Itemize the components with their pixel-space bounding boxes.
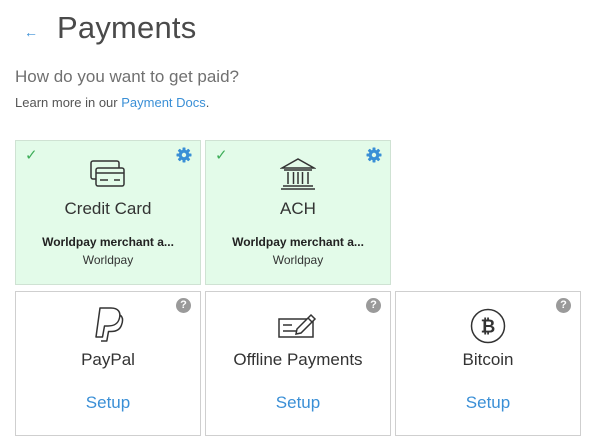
provider-name: Worldpay — [82, 253, 134, 267]
learn-more-text: Learn more in our Payment Docs. — [15, 95, 209, 110]
gear-icon[interactable] — [366, 147, 382, 163]
merchant-name: Worldpay merchant a... — [42, 235, 174, 249]
setup-button[interactable]: Setup — [16, 393, 200, 413]
payment-method-ach[interactable]: ✓ ACH Worldpay merchant a... Worldpay — [205, 140, 391, 285]
payment-method-bitcoin[interactable]: ? ₿ Bitcoin Setup — [395, 291, 581, 436]
payment-docs-link[interactable]: Payment Docs — [121, 95, 206, 110]
checkmark-icon: ✓ — [25, 147, 38, 164]
payment-question: How do you want to get paid? — [15, 67, 239, 86]
help-icon[interactable]: ? — [556, 298, 571, 313]
payment-method-paypal[interactable]: ? PayPal Setup — [15, 291, 201, 436]
checkmark-icon: ✓ — [215, 147, 228, 164]
page-title: Payments — [57, 10, 197, 45]
method-name: PayPal — [81, 350, 135, 369]
learn-more-prefix: Learn more in our — [15, 95, 122, 110]
provider-name: Worldpay — [272, 253, 324, 267]
payment-method-offline[interactable]: ? Offline Payments Setup — [205, 291, 391, 436]
back-arrow-icon[interactable]: ← — [24, 22, 42, 42]
payment-method-credit-card[interactable]: ✓ Credit Card Worldpay merchant a... Wor… — [15, 140, 201, 285]
gear-icon[interactable] — [176, 147, 192, 163]
merchant-name: Worldpay merchant a... — [232, 235, 364, 249]
learn-more-suffix: . — [205, 95, 210, 110]
credit-card-icon — [90, 160, 125, 187]
method-name: ACH — [280, 199, 316, 218]
help-icon[interactable]: ? — [366, 298, 381, 313]
method-name: Credit Card — [64, 199, 152, 218]
svg-text:₿: ₿ — [481, 317, 496, 338]
help-icon[interactable]: ? — [176, 298, 191, 313]
bank-icon — [280, 158, 316, 190]
paypal-icon — [95, 307, 124, 342]
setup-button[interactable]: Setup — [206, 393, 390, 413]
setup-button[interactable]: Setup — [396, 393, 580, 413]
bitcoin-icon: ₿ — [470, 308, 506, 344]
method-name: Bitcoin — [462, 350, 514, 369]
check-payment-icon — [278, 313, 317, 338]
method-name: Offline Payments — [233, 350, 363, 369]
